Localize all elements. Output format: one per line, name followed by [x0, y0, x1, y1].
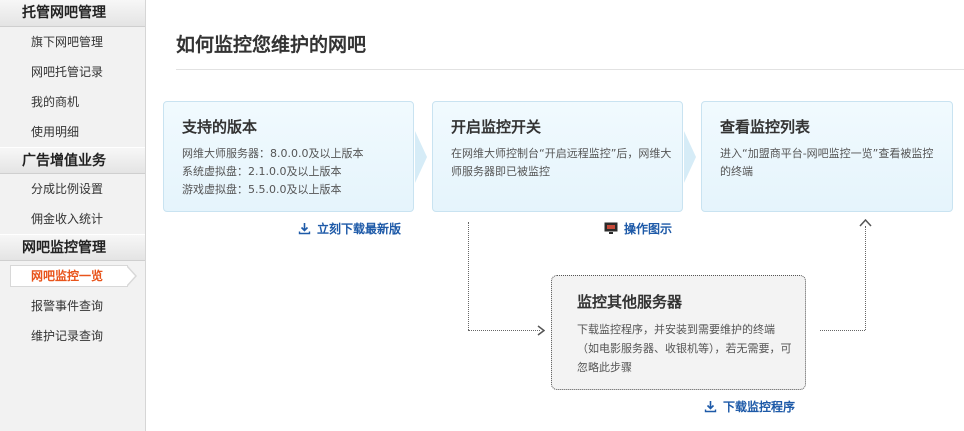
step-description: 进入“加盟商平台-网吧监控一览”查看被监控的终端: [720, 147, 934, 178]
monitor-icon: [604, 222, 618, 234]
step-title: 开启监控开关: [451, 118, 542, 136]
sidebar-item-monitor-overview[interactable]: 网吧监控一览: [0, 261, 145, 291]
version-line: 系统虚拟盘：2.1.0.0及以上版本: [182, 165, 342, 178]
download-monitor-label: 下载监控程序: [723, 400, 796, 414]
chevron-right-icon: [684, 131, 696, 183]
step-description: 在网维大师控制台“开启远程监控”后，网维大师服务器即已被监控: [451, 147, 672, 178]
step-title: 支持的版本: [182, 118, 258, 136]
step-card-versions: 支持的版本 网维大师服务器：8.0.0.0及以上版本 系统虚拟盘：2.1.0.0…: [163, 101, 414, 212]
page-title: 如何监控您维护的网吧: [176, 34, 367, 56]
step-card-other-servers: 监控其他服务器 下载监控程序，并安装到需要维护的终端（如电影服务器、收银机等），…: [551, 275, 806, 390]
connector-line: [468, 222, 469, 330]
sidebar-section-hosting: 托管网吧管理: [0, 0, 145, 27]
step-description: 下载监控程序，并安装到需要维护的终端（如电影服务器、收银机等），若无需要，可忽略…: [577, 323, 792, 374]
sidebar-item-commission-stats[interactable]: 佣金收入统计: [0, 204, 145, 234]
step-title: 监控其他服务器: [577, 293, 683, 311]
download-icon: [298, 223, 311, 235]
sidebar: 托管网吧管理 旗下网吧管理 网吧托管记录 我的商机 使用明细 广告增值业务 分成…: [0, 0, 146, 431]
download-latest-label: 立刻下载最新版: [317, 222, 402, 236]
download-icon: [704, 401, 717, 413]
step-card-enable-monitoring: 开启监控开关 在网维大师控制台“开启远程监控”后，网维大师服务器即已被监控: [432, 101, 683, 212]
sidebar-item-managed-cafes[interactable]: 旗下网吧管理: [0, 27, 145, 57]
arrow-right-icon: [537, 325, 545, 336]
sidebar-item-my-opportunities[interactable]: 我的商机: [0, 87, 145, 117]
sidebar-item-share-ratio[interactable]: 分成比例设置: [0, 174, 145, 204]
guide-link[interactable]: 操作图示: [604, 220, 672, 237]
sidebar-section-ads: 广告增值业务: [0, 147, 145, 174]
step-description: 网维大师服务器：8.0.0.0及以上版本 系统虚拟盘：2.1.0.0及以上版本 …: [182, 145, 403, 199]
step-title: 查看监控列表: [720, 118, 811, 136]
sidebar-item-alarm-query[interactable]: 报警事件查询: [0, 291, 145, 321]
sidebar-item-usage-details[interactable]: 使用明细: [0, 117, 145, 147]
sidebar-item-maintenance-query[interactable]: 维护记录查询: [0, 321, 145, 351]
chevron-right-icon: [415, 131, 427, 183]
sidebar-section-monitoring: 网吧监控管理: [0, 234, 145, 261]
download-latest-link[interactable]: 立刻下载最新版: [298, 220, 401, 237]
guide-label: 操作图示: [624, 222, 673, 236]
version-line: 游戏虚拟盘：5.5.0.0及以上版本: [182, 183, 342, 196]
sidebar-item-hosting-records[interactable]: 网吧托管记录: [0, 57, 145, 87]
arrow-up-icon: [859, 219, 872, 227]
step-card-view-list: 查看监控列表 进入“加盟商平台-网吧监控一览”查看被监控的终端: [701, 101, 953, 212]
version-line: 网维大师服务器：8.0.0.0及以上版本: [182, 147, 364, 160]
connector-line: [820, 330, 865, 331]
title-divider: [176, 69, 964, 70]
connector-line: [865, 226, 866, 330]
connector-line: [468, 330, 540, 331]
download-monitor-link[interactable]: 下载监控程序: [704, 398, 795, 415]
